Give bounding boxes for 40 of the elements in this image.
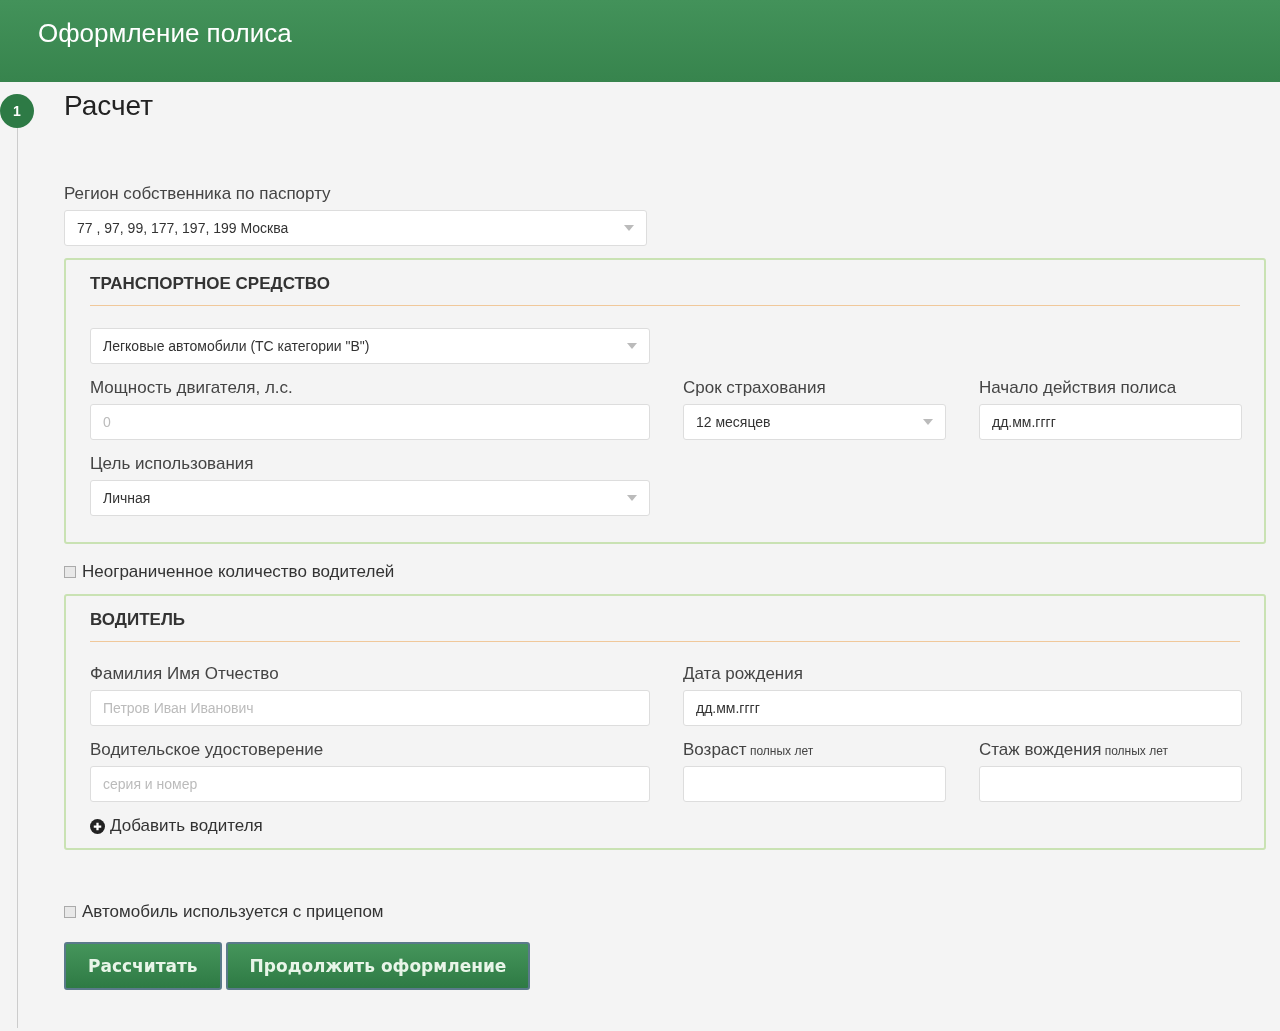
panel-title: ТРАНСПОРТНОЕ СРЕДСТВО (90, 274, 1240, 306)
dropdown[interactable]: 12 месяцев (683, 404, 946, 440)
field-label: Регион собственника по паспорту (64, 184, 332, 204)
dropdown-value: Легковые автомобили (ТС категории "В") (103, 338, 370, 354)
field-label: Начало действия полиса (979, 378, 1178, 398)
action-button[interactable]: Рассчитать (64, 942, 222, 990)
input-field[interactable]: серия и номер (90, 766, 650, 802)
step-title: Расчет (64, 90, 155, 122)
caret-icon (627, 343, 637, 349)
dropdown-value: Личная (103, 490, 151, 506)
field-label: Дата рождения (683, 664, 804, 684)
caret-icon (627, 495, 637, 501)
checkbox[interactable] (64, 906, 76, 918)
input-field[interactable] (979, 766, 1242, 802)
field-label: Мощность двигателя, л.с. (90, 378, 294, 398)
field-label: Возраст полных лет (683, 740, 815, 760)
action-button[interactable]: Продолжить оформление (225, 942, 531, 990)
dropdown-value: 77 , 97, 99, 177, 197, 199 Москва (77, 220, 289, 236)
page-title: Оформление полиса (38, 17, 292, 49)
input-field[interactable] (683, 766, 946, 802)
field-label: Срок страхования (683, 378, 827, 398)
field-label: Стаж вождения полных лет (979, 740, 1169, 760)
dropdown-value: 12 месяцев (696, 414, 771, 430)
input-field[interactable]: дд.мм.гггг (683, 690, 1242, 726)
caret-icon (624, 225, 634, 231)
input-field[interactable]: Петров Иван Иванович (90, 690, 650, 726)
dropdown[interactable]: Личная (90, 480, 650, 516)
field-label: Фамилия Имя Отчество (90, 664, 280, 684)
field-label: Водительское удостоверение (90, 740, 325, 760)
input-field[interactable]: дд.мм.гггг (979, 404, 1242, 440)
dropdown[interactable]: Легковые автомобили (ТС категории "В") (90, 328, 650, 364)
panel-title: ВОДИТЕЛЬ (90, 610, 1240, 642)
plus-circle-icon (90, 818, 105, 834)
field-label: Цель использования (90, 454, 255, 474)
caret-icon (923, 419, 933, 425)
checkbox[interactable] (64, 566, 76, 578)
dropdown[interactable]: 77 , 97, 99, 177, 197, 199 Москва (64, 210, 647, 246)
step-number: 1 (0, 94, 34, 128)
input-field[interactable]: 0 (90, 404, 650, 440)
add-driver-link[interactable]: Добавить водителя (90, 816, 263, 836)
